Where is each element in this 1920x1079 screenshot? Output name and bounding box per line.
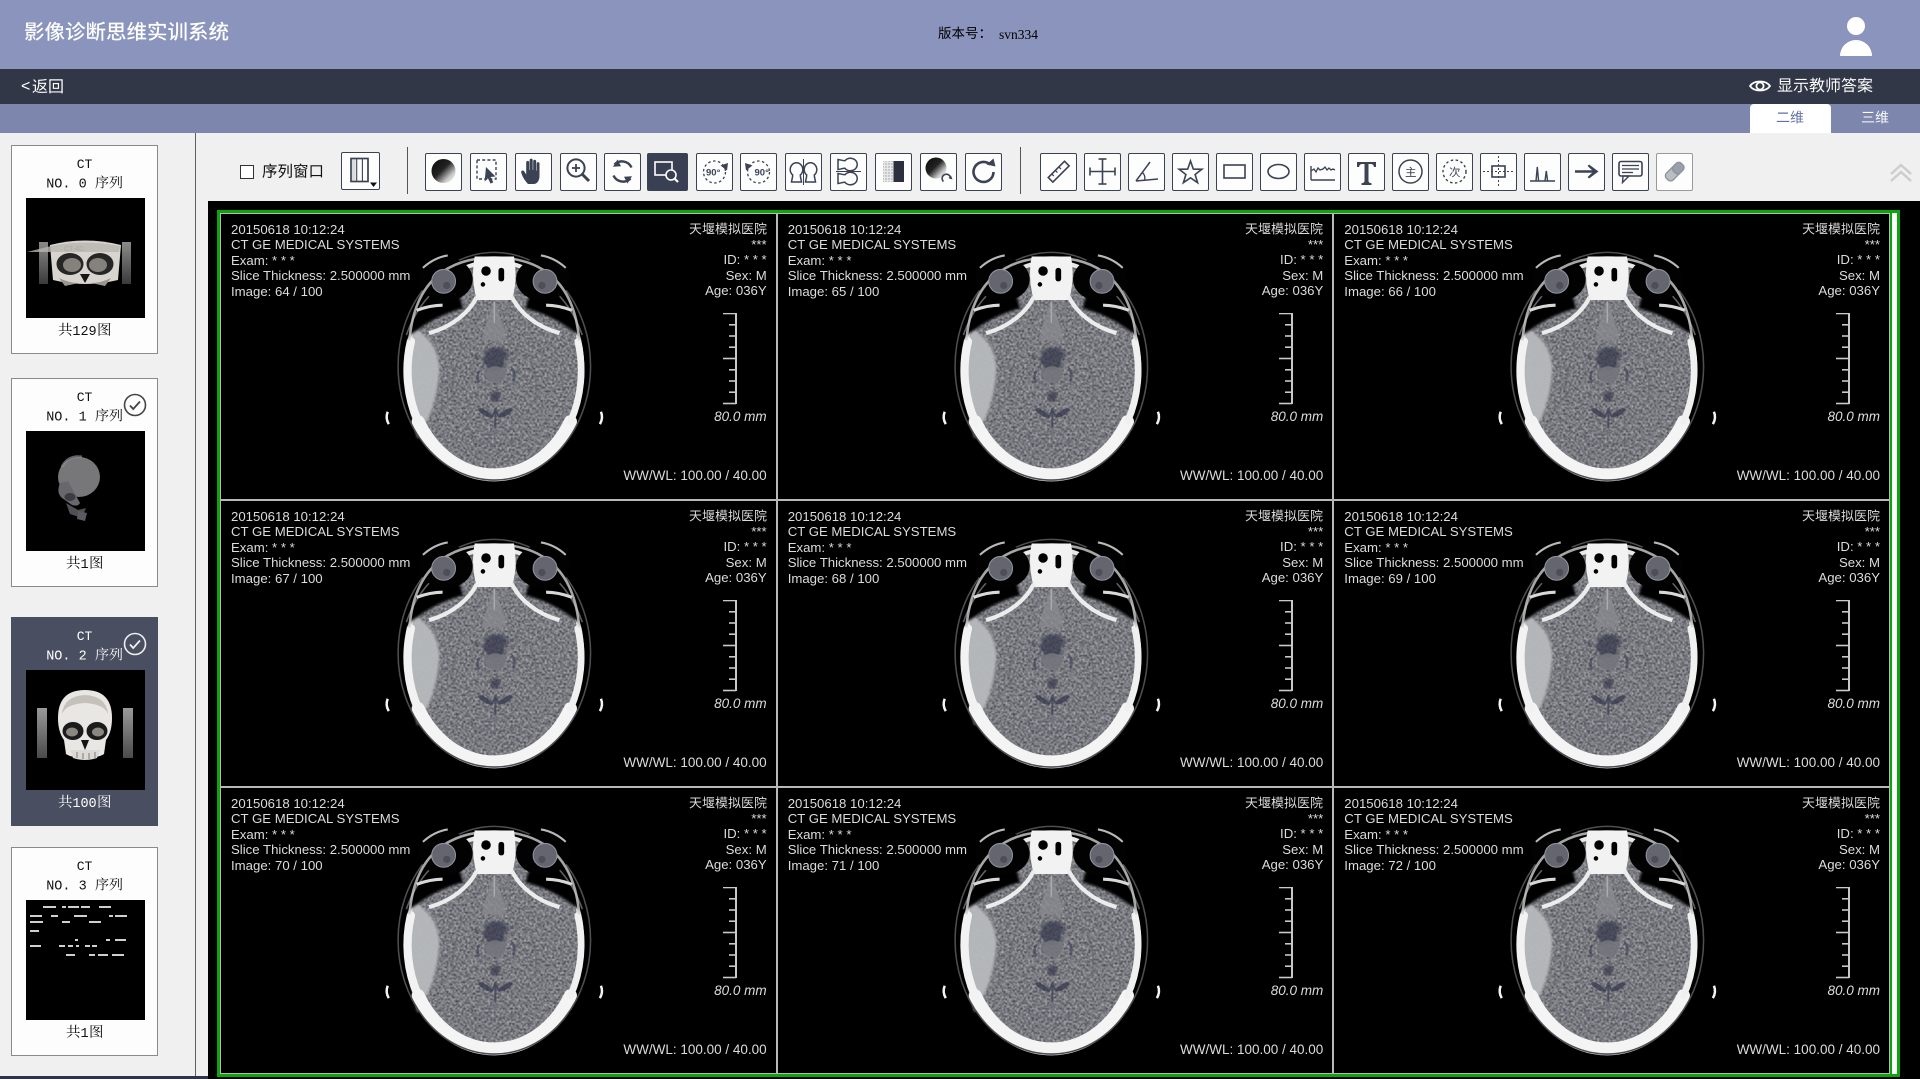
svg-text:90°: 90°	[755, 168, 770, 179]
svg-text:90°: 90°	[706, 168, 721, 179]
svg-text:CT-4C: CT-4C	[64, 246, 84, 253]
